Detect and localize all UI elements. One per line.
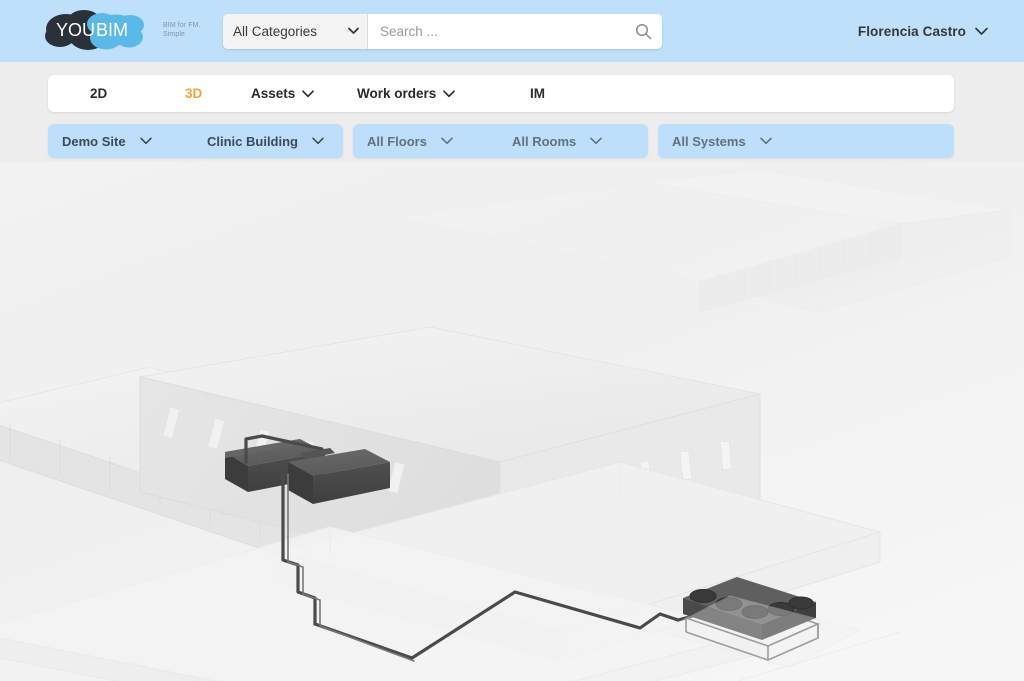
tab-im-label: IM	[530, 86, 545, 101]
filter-rooms-label: All Rooms	[512, 133, 577, 149]
filter-site[interactable]: Demo Site	[48, 124, 193, 158]
search-bar: All CategoriesAssetsWork ordersDocuments…	[223, 14, 662, 49]
category-select[interactable]: All CategoriesAssetsWork ordersDocuments…	[223, 14, 368, 49]
chevron-down-icon	[443, 89, 456, 97]
tab-work-orders-label: Work orders	[357, 86, 437, 101]
chevron-down-icon	[441, 137, 453, 145]
tab-assets[interactable]: Assets	[247, 75, 318, 112]
tagline-line-2: Simple	[163, 30, 185, 38]
app-root: YOU BIM BIM for FM. Simple All Categorie…	[0, 0, 1024, 681]
chevron-down-icon	[312, 137, 324, 145]
filter-systems[interactable]: All Systems	[658, 124, 803, 158]
tagline-line-1: BIM for FM.	[163, 22, 201, 29]
filter-floors[interactable]: All Floors	[353, 124, 498, 158]
tab-assets-label: Assets	[251, 86, 296, 101]
chevron-down-icon	[590, 137, 603, 145]
user-name: Florencia Castro	[857, 23, 966, 39]
user-menu[interactable]: Florencia Castro	[858, 0, 988, 62]
chevron-down-icon	[975, 27, 988, 35]
logo-text-you: YOU	[56, 20, 95, 40]
filter-bar: Demo Site Clinic Building All Floors All…	[48, 124, 954, 158]
tab-2d-label: 2D	[90, 86, 108, 101]
main-navigation: 2D 3D Assets Work orders IM	[48, 75, 954, 112]
model-background-wing	[389, 169, 1011, 313]
filter-rooms[interactable]: All Rooms	[498, 124, 648, 158]
search-input[interactable]	[368, 14, 662, 49]
filter-building[interactable]: Clinic Building	[193, 124, 343, 158]
filter-group-floors-rooms: All Floors All Rooms	[353, 124, 648, 158]
filter-building-label: Clinic Building	[207, 133, 298, 149]
tab-3d-label: 3D	[185, 86, 203, 101]
filter-group-location: Demo Site Clinic Building	[48, 124, 343, 158]
tab-im[interactable]: IM	[526, 75, 549, 112]
app-header: YOU BIM BIM for FM. Simple All Categorie…	[0, 0, 1024, 62]
logo-icon: YOU BIM	[45, 10, 144, 50]
search-button[interactable]	[635, 23, 652, 40]
filter-group-systems: All Systems	[658, 124, 954, 158]
tab-work-orders[interactable]: Work orders	[353, 75, 459, 112]
tab-3d[interactable]: 3D	[181, 75, 206, 112]
filter-systems-label: All Systems	[672, 133, 746, 149]
tab-2d[interactable]: 2D	[86, 75, 111, 112]
filter-floors-label: All Floors	[367, 133, 427, 149]
bim-model-render	[0, 169, 1011, 681]
3d-model-canvas[interactable]	[0, 162, 1024, 681]
youbim-logo[interactable]: YOU BIM	[44, 9, 156, 53]
chevron-down-icon	[302, 89, 315, 97]
search-icon	[635, 23, 652, 40]
chevron-down-icon	[139, 137, 152, 145]
chevron-down-icon	[759, 137, 772, 145]
logo-text-bim: BIM	[96, 20, 128, 40]
filter-site-label: Demo Site	[62, 133, 126, 149]
logo-tagline: BIM for FM. Simple	[163, 22, 201, 39]
